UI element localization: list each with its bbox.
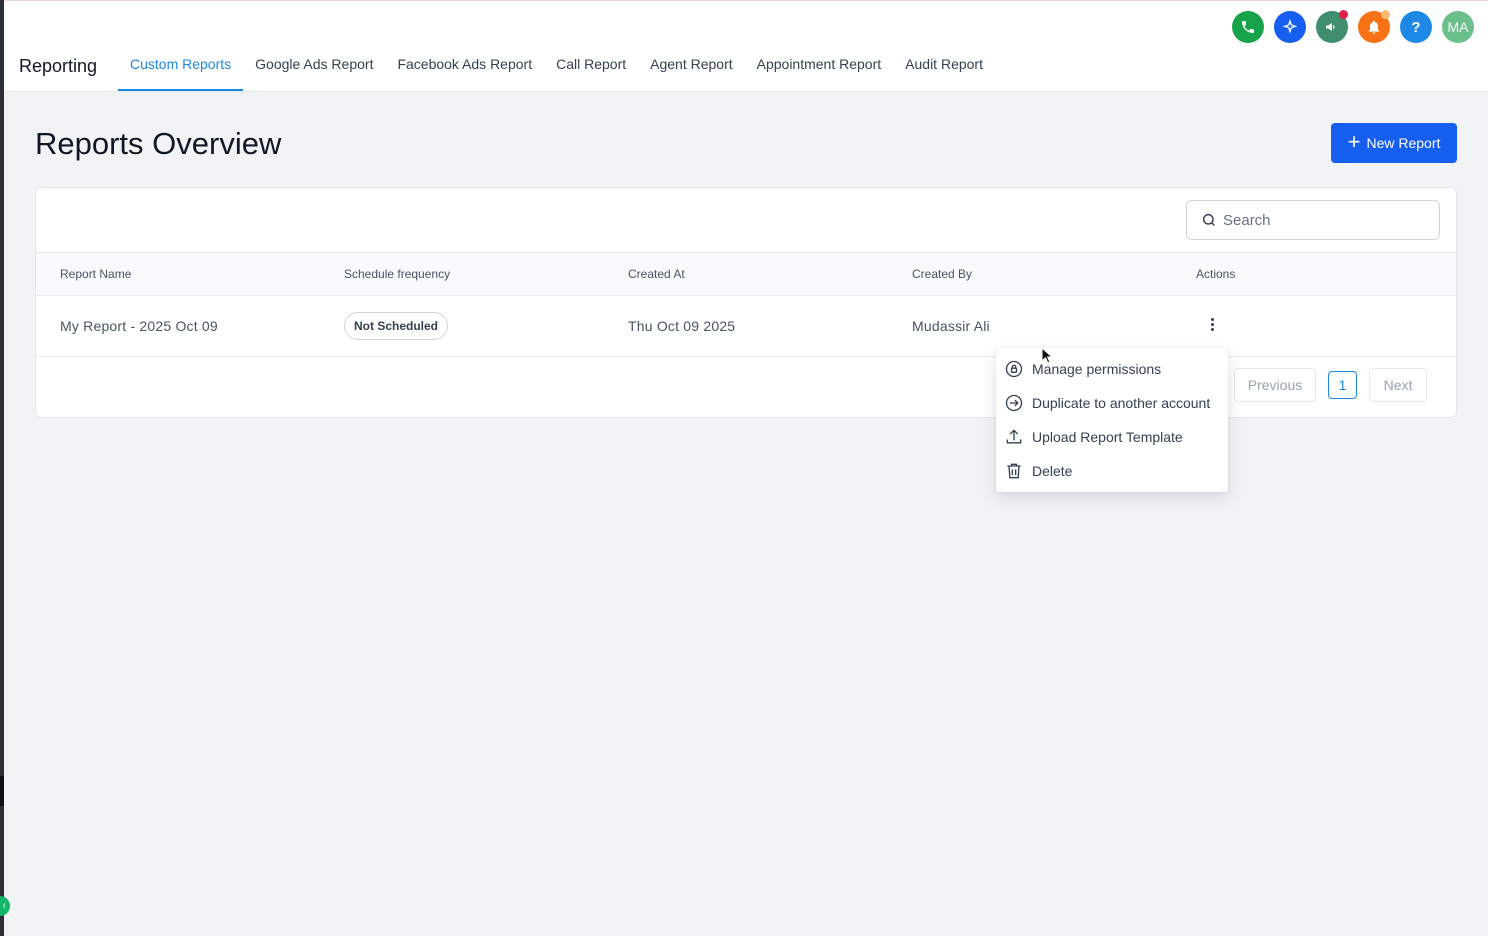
column-header-schedule-frequency[interactable]: Schedule frequency	[344, 267, 450, 281]
tab-call-report[interactable]: Call Report	[544, 56, 638, 92]
upload-icon	[1006, 429, 1022, 444]
menu-item-upload-template[interactable]: Upload Report Template	[996, 420, 1228, 454]
bell-icon[interactable]	[1358, 10, 1390, 43]
duplicate-icon	[1005, 394, 1023, 412]
next-page-button[interactable]: Next	[1369, 368, 1427, 402]
phone-icon[interactable]	[1232, 11, 1264, 43]
page-title: Reports Overview	[35, 126, 282, 161]
column-header-report-name[interactable]: Report Name	[60, 267, 131, 281]
created-at-cell: Thu Oct 09 2025	[628, 318, 736, 334]
menu-item-label: Upload Report Template	[1032, 429, 1183, 445]
notification-dot	[1381, 10, 1390, 19]
column-header-actions: Actions	[1196, 267, 1236, 281]
search-input[interactable]	[1223, 211, 1423, 229]
tab-agent-report[interactable]: Agent Report	[638, 56, 745, 92]
created-by-cell: Mudassir Ali	[912, 318, 990, 334]
tab-custom-reports[interactable]: Custom Reports	[118, 56, 244, 92]
top-header: ? MA Reporting Custom Reports Google Ads…	[4, 0, 1488, 92]
tab-audit-report[interactable]: Audit Report	[893, 56, 995, 92]
lock-icon	[1005, 360, 1023, 378]
menu-item-delete[interactable]: Delete	[996, 454, 1228, 488]
row-actions-menu: Manage permissions Duplicate to another …	[996, 348, 1228, 492]
new-report-label: New Report	[1366, 135, 1441, 151]
page-number-button[interactable]: 1	[1328, 371, 1357, 399]
table-header: Report Name Schedule frequency Created A…	[36, 252, 1456, 296]
row-actions-kebab-icon[interactable]	[1203, 316, 1221, 336]
tab-facebook-ads-report[interactable]: Facebook Ads Report	[385, 56, 544, 92]
column-header-created-by[interactable]: Created By	[912, 267, 972, 281]
tab-google-ads-report[interactable]: Google Ads Report	[243, 56, 385, 92]
megaphone-icon[interactable]	[1316, 10, 1348, 43]
report-name-cell[interactable]: My Report - 2025 Oct 09	[60, 318, 218, 334]
avatar[interactable]: MA	[1442, 11, 1474, 43]
mouse-cursor-icon	[1041, 347, 1053, 364]
menu-item-label: Delete	[1032, 463, 1073, 479]
app-title: Reporting	[19, 56, 98, 76]
plus-icon: +	[1347, 129, 1361, 154]
help-icon[interactable]: ?	[1400, 11, 1432, 43]
left-edge	[0, 0, 4, 936]
menu-item-manage-permissions[interactable]: Manage permissions	[996, 352, 1228, 386]
column-header-created-at[interactable]: Created At	[628, 267, 685, 281]
header-icons: ? MA	[1232, 10, 1474, 43]
menu-item-duplicate[interactable]: Duplicate to another account	[996, 386, 1228, 420]
search-box[interactable]	[1186, 200, 1440, 240]
status-badge: Not Scheduled	[344, 312, 449, 340]
menu-item-label: Duplicate to another account	[1032, 395, 1211, 411]
search-icon	[1202, 213, 1215, 226]
new-report-button[interactable]: + New Report	[1331, 123, 1457, 163]
report-tabs: Custom Reports Google Ads Report Faceboo…	[118, 56, 995, 92]
sidebar-toggle-button[interactable]: ‹	[0, 896, 10, 916]
reports-table-card: Report Name Schedule frequency Created A…	[35, 187, 1457, 418]
previous-page-button[interactable]: Previous	[1234, 368, 1316, 402]
notification-dot	[1339, 10, 1348, 19]
tab-appointment-report[interactable]: Appointment Report	[745, 56, 894, 92]
trash-icon	[1007, 463, 1021, 479]
table-row[interactable]: My Report - 2025 Oct 09 Not Scheduled Th…	[36, 296, 1456, 357]
sparkle-icon[interactable]	[1274, 11, 1306, 43]
